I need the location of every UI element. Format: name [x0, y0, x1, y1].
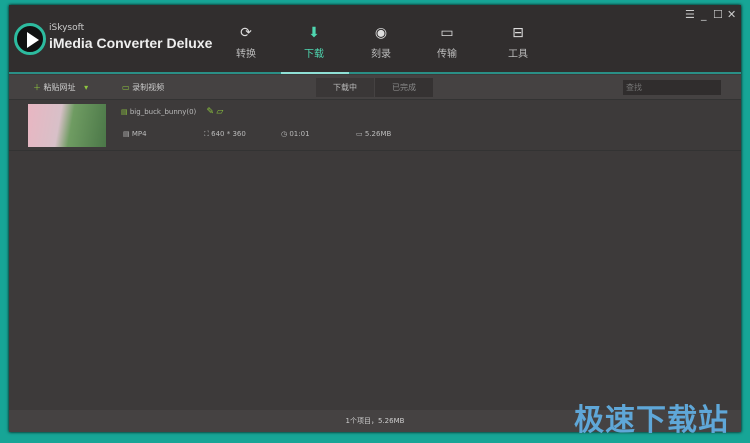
- transfer-icon: ▭: [440, 25, 454, 41]
- active-tab-indicator: [281, 72, 349, 74]
- resolution-icon: ⛶: [204, 130, 209, 138]
- convert-icon: ⟳: [240, 25, 252, 41]
- tab-completed[interactable]: 已完成: [375, 78, 433, 97]
- folder-open-icon[interactable]: ▱: [216, 107, 223, 117]
- tab-tools[interactable]: ⊟ 工具: [493, 25, 543, 60]
- tab-convert[interactable]: ⟳ 转换: [221, 25, 271, 60]
- burn-icon: ◉: [374, 25, 388, 41]
- tab-label: 下载: [304, 49, 324, 60]
- header: iSkysoft iMedia Converter Deluxe ⟳ 转换 ⬇ 下载…: [9, 5, 741, 74]
- plus-icon: ＋: [33, 83, 41, 92]
- file-format: MP4: [131, 130, 147, 138]
- search-input[interactable]: [623, 80, 721, 95]
- paste-url-button[interactable]: ＋ 粘贴网址 ▾: [33, 82, 88, 93]
- tab-burn[interactable]: ◉ 刻录: [356, 25, 406, 60]
- film-icon: ▤: [121, 108, 128, 116]
- clock-icon: ◷: [281, 130, 288, 138]
- toolbox-icon: ⊟: [512, 25, 524, 41]
- record-video-label: 录制视频: [132, 83, 165, 92]
- app-logo: [14, 23, 46, 55]
- brand-name: iMedia Converter Deluxe: [49, 35, 213, 51]
- tab-label: 转换: [236, 49, 256, 60]
- brand-small: iSkysoft: [49, 23, 85, 33]
- close-button[interactable]: ✕: [727, 8, 736, 21]
- camera-icon: ▭: [122, 83, 130, 92]
- file-size: 5.26MB: [364, 130, 392, 138]
- tab-label: 传输: [437, 49, 457, 60]
- tab-label: 刻录: [371, 49, 391, 60]
- tab-downloading[interactable]: 下载中: [316, 78, 374, 97]
- file-duration: 01:01: [289, 130, 310, 138]
- list-item[interactable]: ▤ big_buck_bunny(0) ✎ ▱ ▤ MP4 ⛶ 640 * 36…: [9, 101, 741, 151]
- folder-icon: ▭: [356, 130, 363, 138]
- video-thumbnail: [28, 104, 106, 147]
- format-icon: ▤: [123, 130, 130, 138]
- tab-download[interactable]: ⬇ 下载: [289, 25, 339, 60]
- watermark: 极速下载站: [574, 403, 729, 438]
- app-window: iSkysoft iMedia Converter Deluxe ⟳ 转换 ⬇ 下载…: [9, 5, 741, 432]
- menu-icon[interactable]: ☰: [685, 8, 695, 21]
- file-resolution: 640 * 360: [211, 130, 246, 138]
- toolbar: ＋ 粘贴网址 ▾ ▭ 录制视频 下载中 已完成: [9, 75, 741, 100]
- edit-icon[interactable]: ✎: [207, 107, 215, 117]
- tab-label: 工具: [508, 49, 528, 60]
- maximize-button[interactable]: ☐: [713, 8, 723, 21]
- paste-url-label: 粘贴网址: [43, 83, 76, 92]
- download-icon: ⬇: [308, 25, 320, 41]
- record-video-button[interactable]: ▭ 录制视频: [122, 82, 164, 93]
- caret-down-icon[interactable]: ▾: [84, 83, 88, 92]
- tab-transfer[interactable]: ▭ 传输: [422, 25, 472, 60]
- file-name: big_buck_bunny(0): [129, 108, 197, 116]
- minimize-button[interactable]: _: [701, 8, 707, 21]
